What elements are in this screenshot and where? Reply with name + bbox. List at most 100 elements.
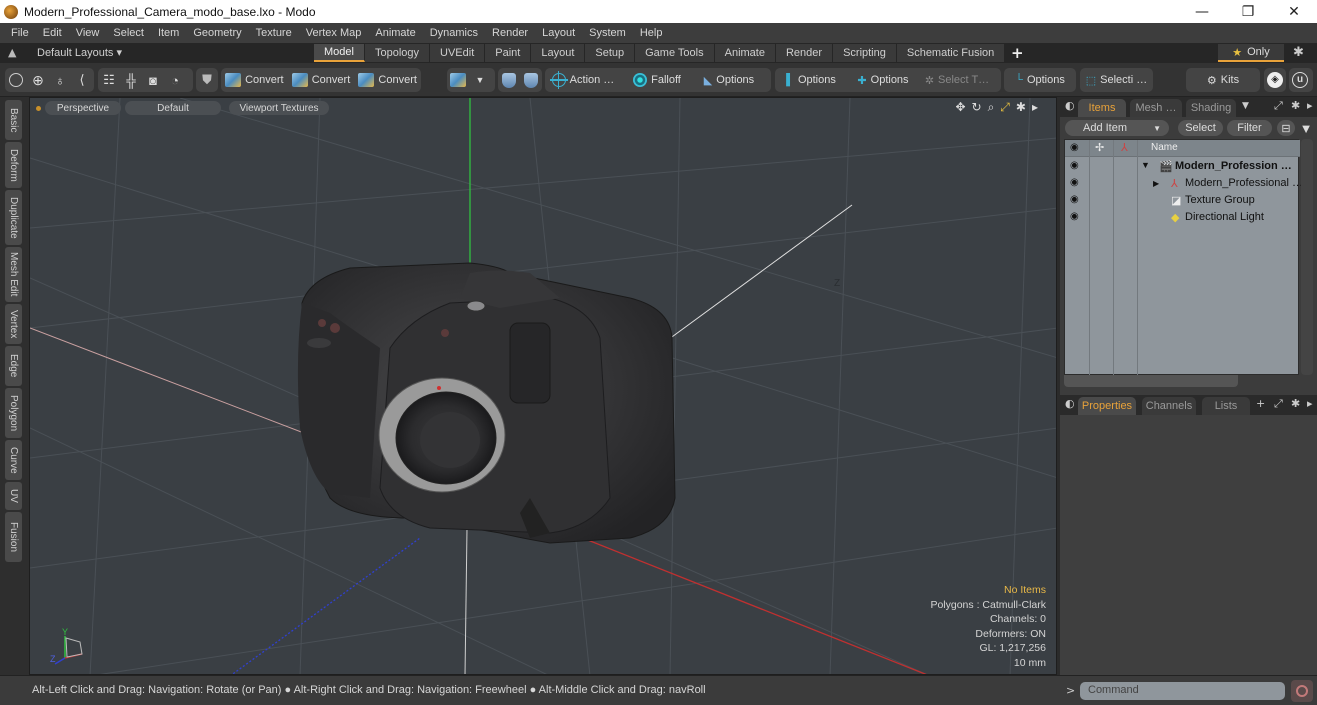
options-button-3[interactable]: ✚ Options <box>847 68 919 92</box>
unity-button[interactable]: ◈ <box>1264 68 1286 92</box>
action-button[interactable]: Action … <box>545 68 621 92</box>
menu-layout[interactable]: Layout <box>535 27 582 39</box>
add-tab-button[interactable]: + <box>1256 397 1265 410</box>
list-options-button[interactable]: ⊟ <box>1277 120 1295 136</box>
zoom-icon[interactable]: ⌕ <box>988 100 995 115</box>
item-row-directional-light[interactable]: ◉ ◆ Directional Light <box>1065 209 1300 226</box>
maximize-panel-icon[interactable]: ⤢ <box>1274 99 1283 113</box>
tab-paint[interactable]: Paint <box>485 44 532 62</box>
maximize-icon[interactable]: ⤢ <box>1000 100 1010 115</box>
shading-dropdown[interactable]: Default <box>125 101 221 115</box>
uv-unwrap-button[interactable]: ☷ <box>98 68 120 92</box>
item-list-vertical-scrollbar[interactable] <box>1301 139 1313 375</box>
convert-button-2[interactable]: Convert <box>288 68 355 92</box>
command-input[interactable]: Command <box>1080 682 1285 700</box>
tab-layout[interactable]: Layout <box>531 44 586 62</box>
menu-texture[interactable]: Texture <box>249 27 299 39</box>
falloff-button[interactable]: Falloff <box>621 68 693 92</box>
shield-button[interactable]: ⛊ <box>196 68 218 92</box>
tab-scripting[interactable]: Scripting <box>833 44 897 62</box>
item-row-texture-group[interactable]: ◉ ◪ Texture Group <box>1065 192 1300 209</box>
panel-arrow-icon[interactable]: ▸ <box>1307 99 1313 112</box>
item-row-scene[interactable]: ◉ ▼ 🎬 Modern_Profession … <box>1065 158 1300 175</box>
tab-uvedit[interactable]: UVEdit <box>430 44 486 62</box>
tabs-dropdown-icon[interactable]: ▼ <box>1242 101 1249 111</box>
menu-view[interactable]: View <box>69 27 107 39</box>
menu-help[interactable]: Help <box>633 27 670 39</box>
menu-file[interactable]: File <box>4 27 36 39</box>
globe-button[interactable]: ⊕ <box>27 68 49 92</box>
frame-button[interactable]: ◙ <box>142 68 164 92</box>
menu-select[interactable]: Select <box>106 27 151 39</box>
close-button[interactable]: ✕ <box>1271 0 1317 23</box>
viewport-settings-icon[interactable]: ✱ <box>1016 100 1026 115</box>
menu-system[interactable]: System <box>582 27 633 39</box>
tab-mesh-edit[interactable]: Mesh Edit <box>5 247 22 302</box>
add-item-button[interactable]: Add Item ▼ <box>1065 120 1169 136</box>
tab-channels[interactable]: Channels <box>1142 397 1196 415</box>
tab-lists[interactable]: Lists <box>1202 397 1250 415</box>
tab-topology[interactable]: Topology <box>364 44 431 62</box>
panel-gear-icon[interactable]: ✱ <box>1291 99 1300 112</box>
tab-game-tools[interactable]: Game Tools <box>635 44 715 62</box>
minimize-button[interactable]: — <box>1179 0 1225 23</box>
only-toggle[interactable]: ★ Only <box>1218 44 1284 62</box>
edge-tool-button[interactable]: ⟨ <box>71 68 93 92</box>
menu-item[interactable]: Item <box>151 27 186 39</box>
tab-properties[interactable]: Properties <box>1078 397 1136 415</box>
funnel-filter-button[interactable]: ▼ <box>1297 120 1315 136</box>
pan-icon[interactable]: ✥ <box>955 100 965 115</box>
select-vertices-button[interactable] <box>5 68 27 92</box>
menu-dynamics[interactable]: Dynamics <box>423 27 485 39</box>
tab-render[interactable]: Render <box>775 44 834 62</box>
tab-polygon[interactable]: Polygon <box>5 388 22 438</box>
item-row-mesh[interactable]: ◉ ▶ ⅄ Modern_Professional … <box>1065 175 1303 192</box>
select-t-button[interactable]: ✲ Select T… <box>919 68 995 92</box>
tab-setup[interactable]: Setup <box>585 44 636 62</box>
tab-shading[interactable]: Shading <box>1186 99 1236 117</box>
shield-color-button-1[interactable] <box>498 68 520 92</box>
gear-icon[interactable]: ✱ <box>1293 45 1304 60</box>
default-layouts-dropdown[interactable]: Default Layouts ▾ <box>37 46 122 59</box>
filter-button[interactable]: Filter <box>1227 120 1272 136</box>
tab-model[interactable]: Model <box>314 44 365 62</box>
tab-items[interactable]: Items <box>1078 99 1126 117</box>
kits-button[interactable]: ⚙ Kits <box>1186 68 1260 92</box>
viewport-options-dot[interactable] <box>36 106 41 111</box>
3d-viewport[interactable]: Z Y Z Perspective Default Viewport Textu… <box>29 97 1057 675</box>
selection-button[interactable]: ⬚ Selecti … <box>1080 68 1153 92</box>
menu-geometry[interactable]: Geometry <box>186 27 248 39</box>
expand-arrow-icon[interactable]: ▸ <box>1032 100 1038 115</box>
cross-layout-button[interactable]: ╬ <box>120 68 142 92</box>
visibility-eye-icon[interactable]: ◉ <box>1070 177 1079 188</box>
panel-gear-icon[interactable]: ✱ <box>1291 397 1300 410</box>
expander-icon[interactable]: ▶ <box>1153 179 1159 188</box>
tab-edge[interactable]: Edge <box>5 346 22 386</box>
select-button[interactable]: Select <box>1178 120 1223 136</box>
tab-mesh[interactable]: Mesh … <box>1130 99 1182 117</box>
options-button-2[interactable]: ▌ Options <box>775 68 847 92</box>
menu-edit[interactable]: Edit <box>36 27 69 39</box>
tab-uv[interactable]: UV <box>5 482 22 510</box>
menu-vertex-map[interactable]: Vertex Map <box>299 27 369 39</box>
timer-button[interactable]: ◔ <box>164 68 186 92</box>
shield-color-button-2[interactable] <box>520 68 542 92</box>
layout-collapse-icon[interactable]: ▲ <box>8 46 16 59</box>
visibility-eye-icon[interactable]: ◉ <box>1070 194 1079 205</box>
tab-deform[interactable]: Deform <box>5 142 22 188</box>
maximize-panel-icon[interactable]: ⤢ <box>1274 397 1283 411</box>
viewport-textures-dropdown[interactable]: Viewport Textures <box>229 101 329 115</box>
tab-fusion[interactable]: Fusion <box>5 512 22 562</box>
tab-schematic-fusion[interactable]: Schematic Fusion <box>896 44 1006 62</box>
item-list-horizontal-scrollbar[interactable] <box>1064 375 1238 387</box>
panel-menu-icon[interactable]: ◐ <box>1065 397 1075 410</box>
options-button-1[interactable]: ◣ Options <box>693 68 765 92</box>
tab-basic[interactable]: Basic <box>5 100 22 140</box>
visibility-eye-icon[interactable]: ◉ <box>1070 160 1079 171</box>
tab-vertex[interactable]: Vertex <box>5 304 22 344</box>
add-tab-button[interactable]: + <box>1005 44 1029 62</box>
restore-button[interactable]: ❐ <box>1225 0 1271 23</box>
panel-arrow-icon[interactable]: ▸ <box>1307 397 1313 410</box>
menu-animate[interactable]: Animate <box>368 27 422 39</box>
expander-icon[interactable]: ▼ <box>1141 160 1150 170</box>
